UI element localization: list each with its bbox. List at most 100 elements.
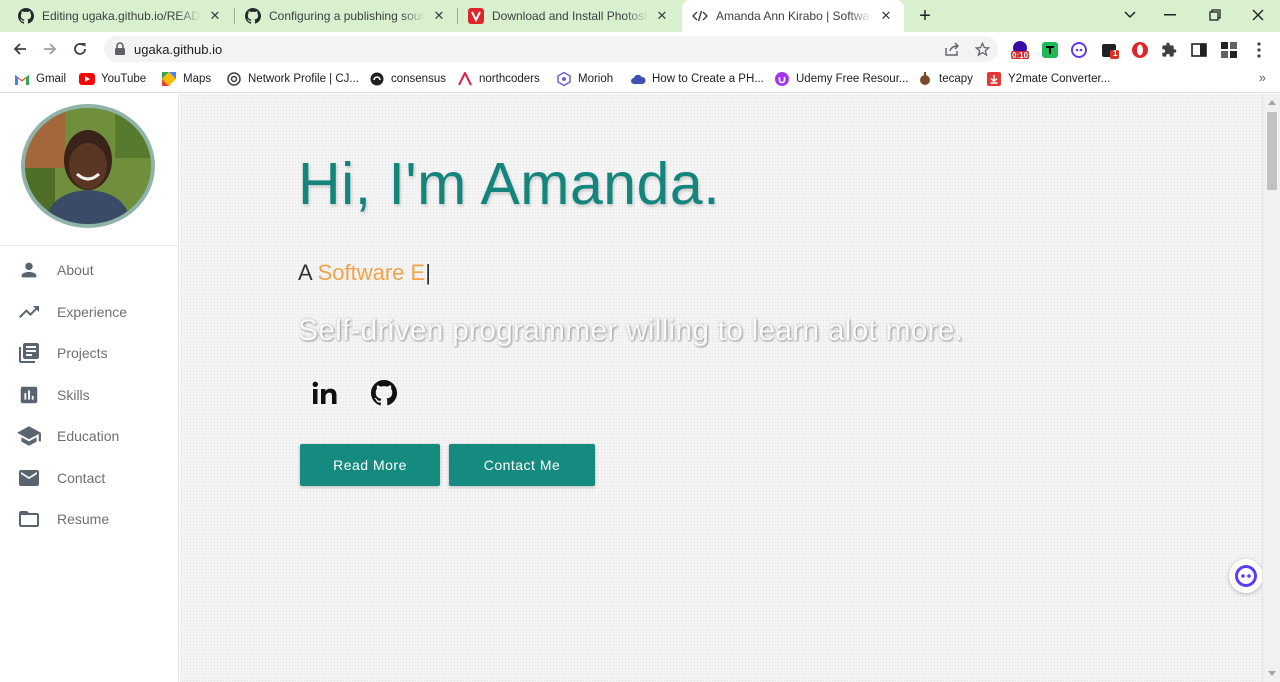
tab-extension-icon[interactable]	[1040, 40, 1060, 60]
browser-toolbar: ugaka.github.io 0:10 1	[0, 32, 1280, 66]
bookmark-label: Morioh	[578, 73, 614, 85]
close-icon[interactable]: ✕	[207, 8, 223, 24]
scroll-thumb[interactable]	[1267, 112, 1277, 190]
extension-count-badge: 1	[1113, 49, 1118, 58]
bookmark-udemy[interactable]: Udemy Free Resour...	[774, 70, 908, 88]
bookmarks-bar: Gmail YouTube Maps Network Profile | CJ.…	[0, 66, 1280, 93]
bookmark-northcoders[interactable]: northcoders	[457, 70, 540, 88]
timer-extension-icon[interactable]: 0:10	[1010, 40, 1030, 60]
address-text: ugaka.github.io	[134, 42, 223, 57]
scroll-up-arrow-icon[interactable]	[1268, 100, 1276, 105]
contact-me-button[interactable]: Contact Me	[449, 444, 595, 486]
bookmark-label: tecapy	[939, 73, 973, 85]
hero-section: Hi, I'm Amanda. A Software E| Self-drive…	[180, 94, 1262, 682]
sidebar-item-label: Experience	[57, 304, 128, 320]
sidebar-item-label: About	[57, 262, 94, 278]
github-icon[interactable]	[369, 378, 399, 408]
sidebar-item-resume[interactable]: Resume	[0, 501, 179, 537]
bar-chart-icon	[16, 382, 42, 408]
close-icon[interactable]: ✕	[431, 8, 447, 24]
hero-tagline: Self-driven programmer willing to learn …	[298, 314, 964, 347]
reload-button[interactable]	[68, 37, 92, 61]
sidebar-item-label: Projects	[57, 345, 108, 361]
tab-configuring-source[interactable]: Configuring a publishing source for ✕	[235, 0, 457, 32]
linkedin-icon[interactable]	[310, 378, 340, 408]
restore-button[interactable]	[1201, 4, 1229, 26]
tab-amanda-portfolio[interactable]: Amanda Ann Kirabo | Software Eng ✕	[682, 0, 904, 32]
menu-kebab-icon[interactable]	[1249, 40, 1269, 60]
sidebar-item-skills[interactable]: Skills	[0, 377, 179, 413]
tecapy-icon	[917, 71, 933, 87]
notes-extension-icon[interactable]: 1	[1100, 40, 1120, 60]
northcoders-icon	[457, 71, 473, 87]
github-icon	[245, 8, 261, 24]
typed-text: Software E	[317, 260, 426, 285]
sidebar-item-contact[interactable]: Contact	[0, 460, 179, 496]
page-scrollbar[interactable]	[1262, 94, 1280, 682]
tab-title: Editing ugaka.github.io/README.md	[42, 9, 201, 23]
read-more-button[interactable]: Read More	[300, 444, 440, 486]
opera-extension-icon[interactable]	[1130, 40, 1150, 60]
close-window-button[interactable]	[1244, 4, 1272, 26]
bookmark-label: consensus	[391, 73, 446, 85]
mail-icon	[16, 465, 42, 491]
sidebar-item-label: Resume	[57, 511, 110, 527]
bookmark-label: Y2mate Converter...	[1008, 73, 1111, 85]
new-tab-button[interactable]: +	[914, 6, 936, 28]
monica-extension-icon[interactable]	[1069, 40, 1089, 60]
tab-title: Amanda Ann Kirabo | Software Eng	[716, 9, 872, 23]
tab-title: Download and Install Photoshop	[492, 9, 648, 23]
morioh-icon	[556, 71, 572, 87]
tab-photoshop[interactable]: Download and Install Photoshop ✕	[458, 0, 680, 32]
sidebar-divider	[0, 245, 179, 246]
bookmark-youtube[interactable]: YouTube	[79, 70, 146, 88]
typed-prefix: A	[298, 260, 312, 285]
profile-avatar-icon[interactable]	[1219, 40, 1239, 60]
bookmark-label: Network Profile | CJ...	[248, 73, 359, 85]
bookmark-label: Maps	[183, 73, 212, 85]
close-icon[interactable]: ✕	[654, 8, 670, 24]
tab-title: Configuring a publishing source for	[269, 9, 425, 23]
back-button[interactable]	[8, 37, 32, 61]
scroll-down-arrow-icon[interactable]	[1268, 671, 1276, 676]
bookmark-star-icon[interactable]	[974, 41, 990, 57]
address-bar[interactable]: ugaka.github.io	[104, 36, 998, 62]
bookmark-consensus[interactable]: consensus	[369, 70, 446, 88]
library-icon	[16, 340, 42, 366]
tab-search-button[interactable]	[1116, 4, 1144, 26]
bookmark-how-to-create[interactable]: How to Create a PH...	[630, 70, 764, 88]
sidebar-item-label: Contact	[57, 470, 106, 486]
vivaldi-icon	[468, 8, 484, 24]
side-panel-icon[interactable]	[1189, 40, 1209, 60]
bookmark-tecapy[interactable]: tecapy	[917, 70, 973, 88]
sidebar-item-about[interactable]: About	[0, 252, 179, 288]
code-icon	[692, 8, 708, 24]
minimize-button[interactable]	[1156, 4, 1184, 26]
chat-assistant-button[interactable]	[1229, 559, 1263, 593]
lock-icon[interactable]	[114, 42, 126, 61]
y2mate-icon	[986, 71, 1002, 87]
profile-avatar	[21, 104, 155, 228]
bookmarks-overflow-icon[interactable]: »	[1259, 70, 1266, 85]
close-icon[interactable]: ✕	[878, 8, 894, 24]
gmail-icon	[14, 71, 30, 87]
tab-editing-readme[interactable]: Editing ugaka.github.io/README.md ✕	[8, 0, 233, 32]
bookmark-maps[interactable]: Maps	[161, 70, 211, 88]
sidebar-item-projects[interactable]: Projects	[0, 335, 179, 371]
sidebar-item-experience[interactable]: Experience	[0, 294, 179, 330]
page-viewport: About Experience Projects Skills Educati…	[0, 94, 1280, 682]
bookmark-y2mate[interactable]: Y2mate Converter...	[986, 70, 1110, 88]
forward-button[interactable]	[38, 37, 62, 61]
school-icon	[16, 423, 42, 449]
tab-strip: Editing ugaka.github.io/README.md ✕ Conf…	[0, 0, 1280, 32]
share-icon[interactable]	[944, 41, 960, 57]
puzzle-extensions-icon[interactable]	[1159, 40, 1179, 60]
sidebar: About Experience Projects Skills Educati…	[0, 94, 179, 682]
bookmark-network-profile[interactable]: Network Profile | CJ...	[226, 70, 359, 88]
typed-subtitle: A Software E|	[298, 260, 431, 286]
bookmark-gmail[interactable]: Gmail	[14, 70, 66, 88]
sidebar-item-education[interactable]: Education	[0, 418, 179, 454]
youtube-icon	[79, 71, 95, 87]
bookmark-label: YouTube	[101, 73, 147, 85]
bookmark-morioh[interactable]: Morioh	[556, 70, 613, 88]
